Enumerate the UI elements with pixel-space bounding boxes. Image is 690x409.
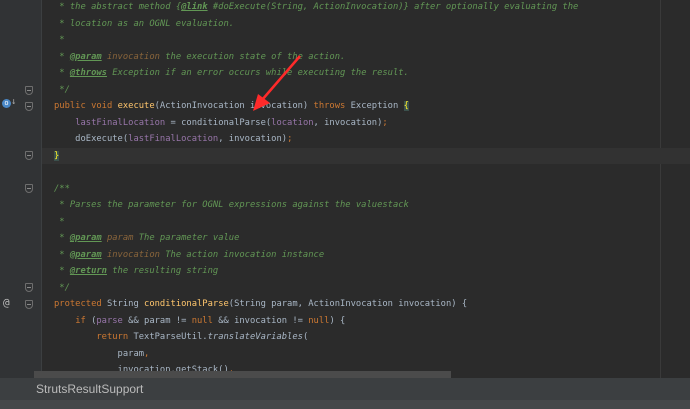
horizontal-scrollbar[interactable] [34,371,451,378]
status-strip [0,400,690,409]
breadcrumb-bar: StrutsResultSupport [0,378,690,400]
breadcrumb-class[interactable]: StrutsResultSupport [36,382,143,396]
red-annotation-arrow-icon [253,55,301,111]
